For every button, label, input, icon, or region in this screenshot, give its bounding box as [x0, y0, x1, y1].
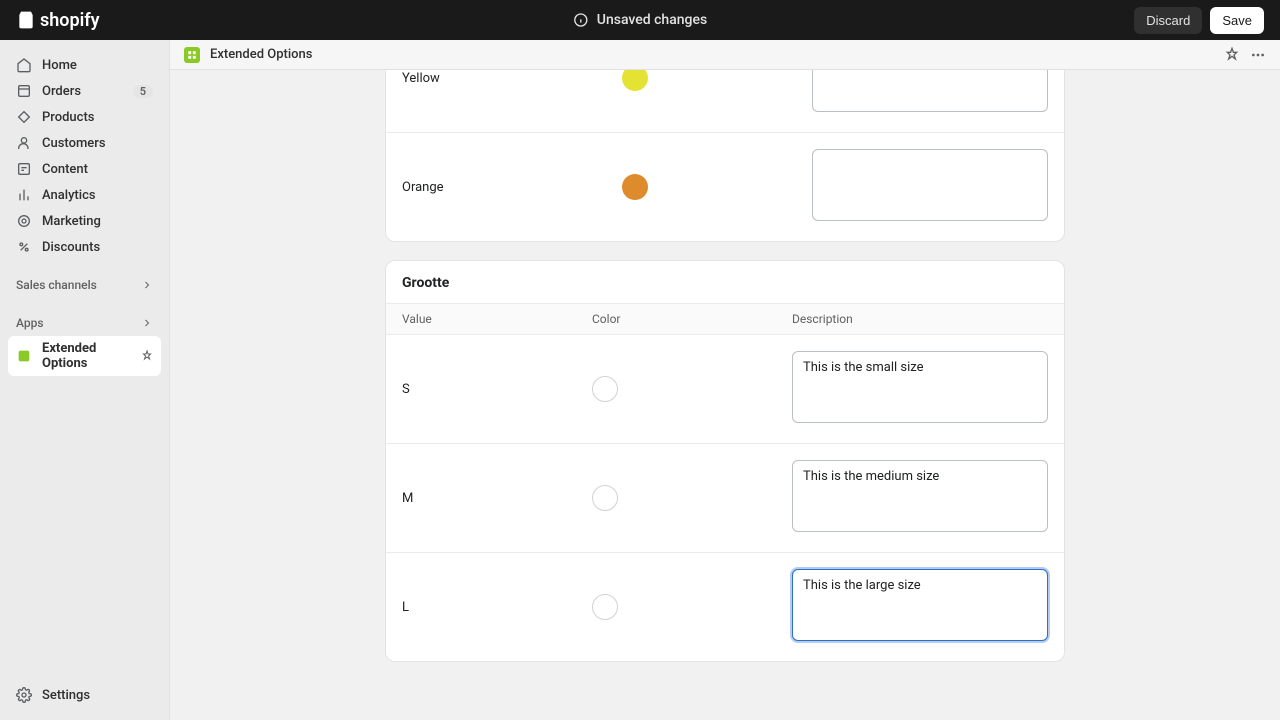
option-row: L [386, 553, 1064, 661]
option-row: M [386, 444, 1064, 553]
sidebar-label: Content [42, 162, 88, 177]
orders-icon [16, 83, 32, 99]
sidebar-item-settings[interactable]: Settings [8, 682, 161, 708]
pin-icon[interactable] [141, 349, 153, 363]
info-icon [573, 12, 589, 28]
discard-button[interactable]: Discard [1134, 7, 1202, 34]
logo-text: shopify [40, 10, 100, 31]
color-swatch-empty[interactable] [592, 485, 618, 511]
sidebar-label: Discounts [42, 240, 100, 255]
row-value: Yellow [402, 71, 622, 86]
sidebar-item-content[interactable]: Content [8, 156, 161, 182]
row-color [592, 485, 792, 511]
content-icon [16, 161, 32, 177]
row-color [622, 174, 812, 200]
products-icon [16, 109, 32, 125]
sidebar-label: Customers [42, 136, 106, 151]
option-row: Yellow [386, 70, 1064, 133]
sidebar-label: Settings [42, 688, 90, 703]
sidebar-item-discounts[interactable]: Discounts [8, 234, 161, 260]
option-row: Orange [386, 133, 1064, 241]
sidebar-item-marketing[interactable]: Marketing [8, 208, 161, 234]
col-value: Value [402, 312, 592, 326]
column-headers: Value Color Description [386, 303, 1064, 335]
col-description: Description [792, 312, 1048, 326]
home-icon [16, 57, 32, 73]
shopify-logo[interactable]: shopify [16, 10, 100, 31]
sidebar-section-sales-channels[interactable]: Sales channels [8, 272, 161, 298]
app-header-icon [184, 47, 200, 63]
description-input[interactable] [812, 149, 1048, 221]
color-swatch-empty[interactable] [592, 376, 618, 402]
marketing-icon [16, 213, 32, 229]
sidebar-app-extended-options[interactable]: Extended Options [8, 336, 161, 376]
sidebar-label: Home [42, 58, 77, 73]
analytics-icon [16, 187, 32, 203]
pin-icon[interactable] [1224, 47, 1240, 63]
card-title: Grootte [386, 261, 1064, 303]
chevron-right-icon [141, 279, 153, 291]
sidebar-label: Products [42, 110, 94, 125]
discounts-icon [16, 239, 32, 255]
save-button[interactable]: Save [1210, 7, 1264, 34]
sidebar-item-home[interactable]: Home [8, 52, 161, 78]
row-color [592, 594, 792, 620]
sidebar-item-orders[interactable]: Orders 5 [8, 78, 161, 104]
orders-badge: 5 [133, 85, 153, 98]
color-swatch[interactable] [622, 70, 648, 91]
option-row: S [386, 335, 1064, 444]
settings-icon [16, 687, 32, 703]
sidebar-label: Marketing [42, 214, 101, 229]
row-color [592, 376, 792, 402]
description-input[interactable] [792, 569, 1048, 641]
col-color: Color [592, 312, 792, 326]
unsaved-status: Unsaved changes [597, 12, 707, 28]
sidebar-item-customers[interactable]: Customers [8, 130, 161, 156]
shopify-bag-icon [16, 10, 36, 30]
sidebar-item-analytics[interactable]: Analytics [8, 182, 161, 208]
sidebar-section-apps[interactable]: Apps [8, 310, 161, 336]
color-swatch-empty[interactable] [592, 594, 618, 620]
chevron-right-icon [141, 317, 153, 329]
description-input[interactable] [792, 460, 1048, 532]
row-color [622, 70, 812, 91]
sidebar-label: Orders [42, 84, 81, 99]
customers-icon [16, 135, 32, 151]
more-icon[interactable] [1250, 47, 1266, 63]
sidebar-label: Extended Options [42, 341, 131, 371]
option-card-grootte: Grootte Value Color Description S M [385, 260, 1065, 662]
option-card-kleur: Kleur Value Color Description Yellow [385, 70, 1065, 242]
sidebar-item-products[interactable]: Products [8, 104, 161, 130]
sidebar-label: Analytics [42, 188, 96, 203]
row-value: Orange [402, 180, 622, 195]
description-input[interactable] [812, 70, 1048, 112]
row-value: L [402, 600, 592, 615]
app-icon [16, 348, 32, 364]
description-input[interactable] [792, 351, 1048, 423]
app-header-name: Extended Options [210, 47, 312, 62]
color-swatch[interactable] [622, 174, 648, 200]
row-value: S [402, 382, 592, 397]
row-value: M [402, 491, 592, 506]
